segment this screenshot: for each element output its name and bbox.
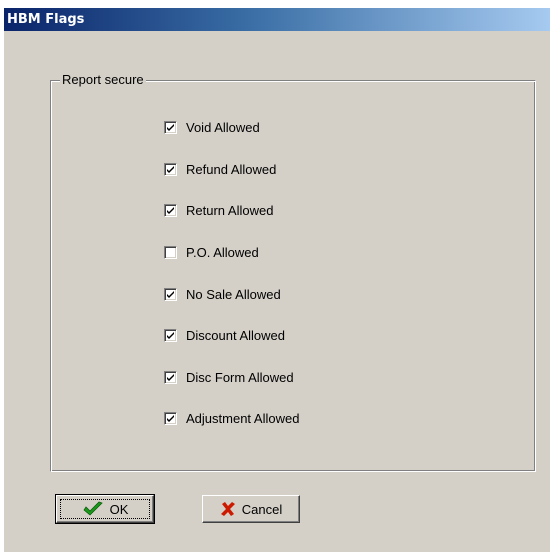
flag-label: Refund Allowed: [186, 161, 277, 177]
flag-label: Adjustment Allowed: [186, 410, 300, 426]
groupbox-label: Report secure: [60, 72, 146, 88]
checkbox-checked[interactable]: [164, 203, 177, 217]
check-icon: [167, 206, 174, 214]
flag-checkbox-row[interactable]: Refund Allowed: [164, 161, 276, 177]
flag-checkbox-row[interactable]: No Sale Allowed: [164, 286, 281, 302]
flag-checkbox-row[interactable]: Discount Allowed: [164, 327, 285, 343]
flag-label: No Sale Allowed: [186, 286, 281, 302]
x-icon: [220, 501, 236, 517]
cancel-button[interactable]: Cancel: [202, 495, 300, 523]
check-icon: [167, 331, 174, 339]
flag-checkbox-row[interactable]: P.O. Allowed: [164, 244, 259, 260]
check-icon: [167, 165, 174, 173]
cancel-button-label: Cancel: [241, 501, 283, 517]
flag-label: P.O. Allowed: [186, 244, 259, 260]
check-icon: [167, 123, 174, 131]
flag-checkbox-row[interactable]: Return Allowed: [164, 202, 273, 218]
check-icon: [167, 414, 174, 422]
check-icon: [167, 373, 174, 381]
title-bar[interactable]: HBM Flags: [4, 8, 550, 31]
checkbox-checked[interactable]: [164, 370, 177, 384]
flag-label: Return Allowed: [186, 202, 274, 218]
check-icon: [167, 290, 174, 298]
checkbox-checked[interactable]: [164, 411, 177, 425]
dialog-window: HBM Flags Report secure Void Allowed Refu…: [4, 8, 550, 552]
checkbox-unchecked[interactable]: [164, 245, 177, 259]
flag-label: Void Allowed: [186, 119, 260, 135]
checkbox-checked[interactable]: [164, 120, 177, 134]
checkbox-checked[interactable]: [164, 162, 177, 176]
flag-checkbox-row[interactable]: Disc Form Allowed: [164, 369, 294, 385]
checkmark-icon: [82, 501, 104, 517]
flag-label: Disc Form Allowed: [186, 369, 294, 385]
window-title: HBM Flags: [7, 12, 85, 27]
flag-checkbox-row[interactable]: Void Allowed: [164, 119, 260, 135]
focus-rect: [60, 499, 150, 519]
checkbox-checked[interactable]: [164, 328, 177, 342]
flag-label: Discount Allowed: [186, 327, 285, 343]
flag-checkbox-row[interactable]: Adjustment Allowed: [164, 410, 299, 426]
ok-button[interactable]: OK: [55, 494, 155, 524]
ok-button-label: OK: [109, 501, 129, 517]
checkbox-checked[interactable]: [164, 287, 177, 301]
